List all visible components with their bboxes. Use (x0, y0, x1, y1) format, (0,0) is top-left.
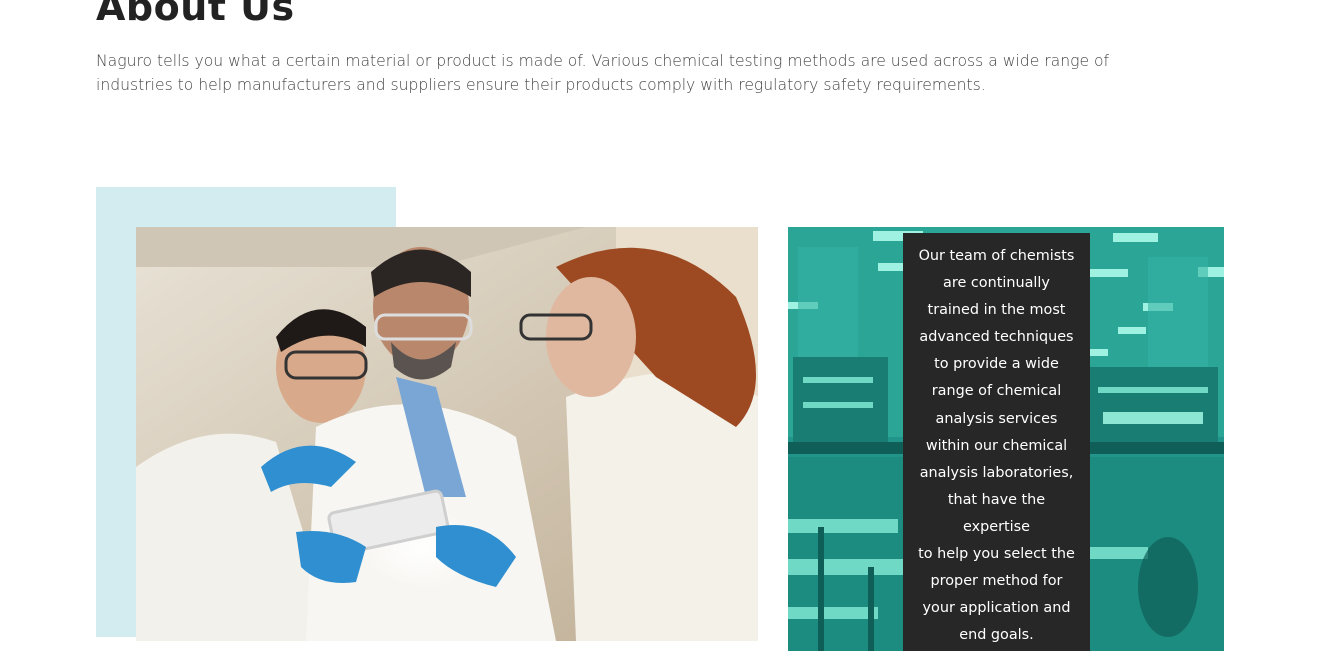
intro-paragraph: Naguro tells you what a certain material… (96, 52, 1110, 94)
scientists-photo (136, 227, 758, 641)
page-title: About Us (96, 0, 295, 29)
team-info-text: Our team of chemists are continually tra… (918, 248, 1075, 644)
scientists-illustration (136, 227, 758, 641)
about-us-section: About Us Naguro tells you what a certain… (0, 0, 1341, 651)
